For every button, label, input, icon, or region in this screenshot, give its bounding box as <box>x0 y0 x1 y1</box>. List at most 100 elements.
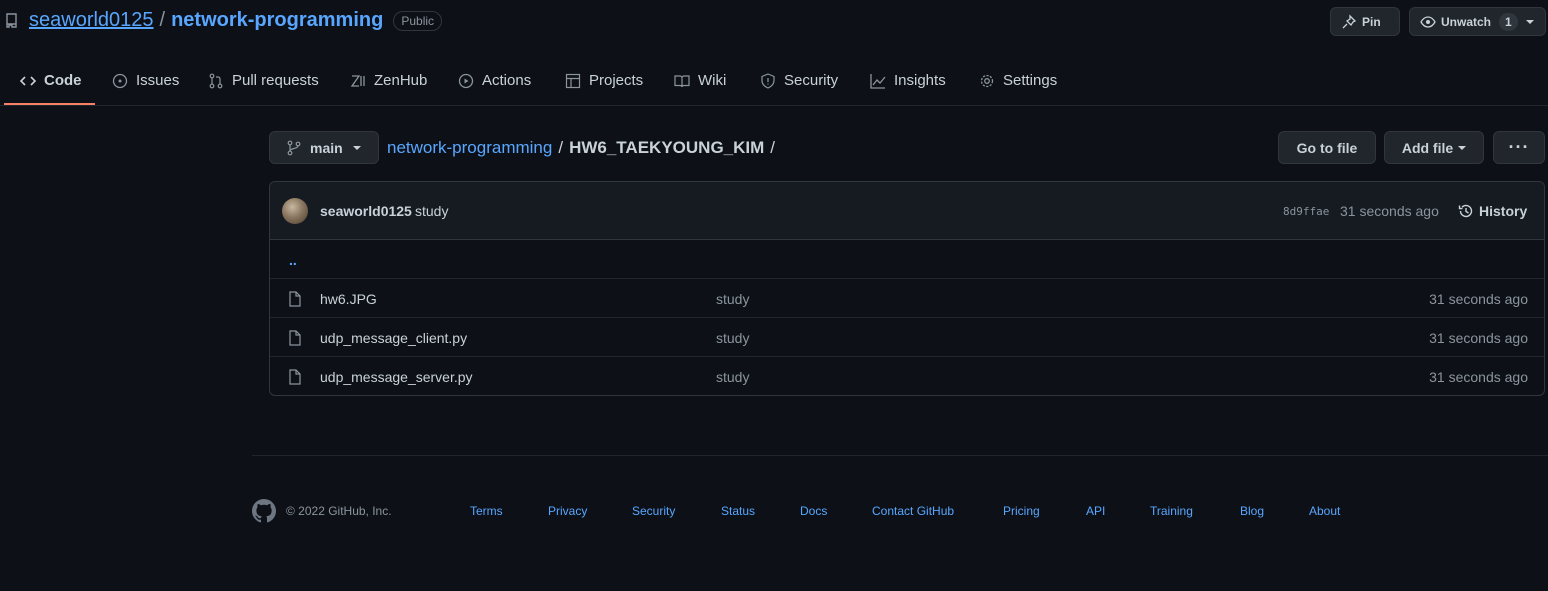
file-commit-message[interactable]: study <box>716 291 749 307</box>
file-commit-time: 31 seconds ago <box>1429 330 1528 346</box>
tab-zenhub[interactable]: ZenHub <box>350 56 427 105</box>
tab-pull-requests[interactable]: Pull requests <box>208 56 319 105</box>
tab-actions-label: Actions <box>482 72 532 89</box>
file-commit-time: 31 seconds ago <box>1429 369 1528 385</box>
repo-header: seaworld0125 / network-programming Publi… <box>0 0 1548 44</box>
tab-security[interactable]: Security <box>760 56 838 105</box>
pin-icon <box>1341 13 1357 30</box>
chevron-down-icon <box>1458 145 1467 150</box>
chevron-down-icon <box>352 145 361 150</box>
commit-message-link[interactable]: study <box>415 203 448 219</box>
footer-link-about[interactable]: About <box>1309 504 1340 518</box>
play-icon <box>458 73 474 89</box>
footer-link-pricing[interactable]: Pricing <box>1003 504 1040 518</box>
file-row[interactable]: hw6.JPG study 31 seconds ago <box>270 279 1544 318</box>
footer-link-blog[interactable]: Blog <box>1240 504 1264 518</box>
tab-code[interactable]: Code <box>20 56 82 105</box>
breadcrumb-trailing-separator: / <box>770 138 776 157</box>
breadcrumb: network-programming / HW6_TAEKYOUNG_KIM … <box>387 138 781 158</box>
tab-issues-label: Issues <box>136 72 180 89</box>
tab-wiki[interactable]: Wiki <box>674 56 726 105</box>
tab-code-label: Code <box>44 72 82 89</box>
branch-select-button[interactable]: main <box>269 131 379 164</box>
file-icon <box>287 369 303 385</box>
graph-icon <box>870 73 886 89</box>
footer-divider <box>252 455 1548 456</box>
footer-link-docs[interactable]: Docs <box>800 504 827 518</box>
branch-name: main <box>310 139 343 156</box>
file-row[interactable]: udp_message_client.py study 31 seconds a… <box>270 318 1544 357</box>
footer-link-api[interactable]: API <box>1086 504 1105 518</box>
repo-icon <box>5 13 19 29</box>
parent-directory-link[interactable]: .. <box>289 252 297 268</box>
footer-link-terms[interactable]: Terms <box>470 504 503 518</box>
tab-zenhub-label: ZenHub <box>374 72 428 89</box>
more-options-button[interactable]: ··· <box>1493 131 1545 164</box>
table-icon <box>565 73 581 89</box>
tab-actions[interactable]: Actions <box>458 56 531 105</box>
footer-link-security[interactable]: Security <box>632 504 675 518</box>
latest-commit-bar: seaworld0125 study 8d9ffae 31 seconds ag… <box>270 182 1544 240</box>
footer-link-privacy[interactable]: Privacy <box>548 504 587 518</box>
file-browser: seaworld0125 study 8d9ffae 31 seconds ag… <box>269 181 1545 396</box>
breadcrumb-separator: / <box>558 138 564 157</box>
zenhub-icon <box>350 73 366 89</box>
parent-directory-row[interactable]: .. <box>270 240 1544 279</box>
unwatch-button[interactable]: Unwatch 1 <box>1409 7 1546 36</box>
breadcrumb-current: HW6_TAEKYOUNG_KIM <box>569 138 765 157</box>
branch-icon <box>286 140 302 156</box>
tab-projects-label: Projects <box>589 72 644 89</box>
history-icon <box>1458 203 1474 219</box>
pin-label: Pin <box>1362 14 1381 29</box>
watch-count: 1 <box>1499 12 1518 31</box>
history-link[interactable]: History <box>1458 203 1527 219</box>
eye-icon <box>1420 14 1436 30</box>
code-icon <box>20 73 36 89</box>
tab-insights[interactable]: Insights <box>870 56 946 105</box>
shield-icon <box>760 72 776 89</box>
avatar[interactable] <box>282 198 308 224</box>
commit-time: 31 seconds ago <box>1340 203 1439 219</box>
file-commit-message[interactable]: study <box>716 330 749 346</box>
breadcrumb-root-link[interactable]: network-programming <box>387 138 552 158</box>
footer-link-training[interactable]: Training <box>1150 504 1193 518</box>
pull-request-icon <box>208 73 224 89</box>
issue-icon <box>112 73 128 89</box>
chevron-down-icon <box>1525 19 1534 24</box>
unwatch-label: Unwatch <box>1441 14 1492 29</box>
book-icon <box>674 73 690 89</box>
tab-projects[interactable]: Projects <box>565 56 643 105</box>
file-commit-message[interactable]: study <box>716 369 749 385</box>
file-icon <box>287 291 303 307</box>
tab-wiki-label: Wiki <box>698 72 727 89</box>
add-file-button[interactable]: Add file <box>1384 131 1484 164</box>
repo-name-link[interactable]: network-programming <box>171 9 383 32</box>
history-label: History <box>1479 203 1528 219</box>
add-file-label: Add file <box>1401 139 1454 156</box>
tab-issues[interactable]: Issues <box>112 56 179 105</box>
tab-insights-label: Insights <box>894 72 946 89</box>
file-name-link[interactable]: udp_message_server.py <box>320 369 473 385</box>
file-name-link[interactable]: udp_message_client.py <box>320 330 467 346</box>
file-icon <box>287 330 303 346</box>
github-logo-icon[interactable] <box>252 499 276 523</box>
tab-settings-label: Settings <box>1003 72 1058 89</box>
commit-author-link[interactable]: seaworld0125 <box>320 203 412 219</box>
tab-security-label: Security <box>784 72 839 89</box>
commit-sha-link[interactable]: 8d9ffae <box>1283 205 1329 218</box>
file-name-link[interactable]: hw6.JPG <box>320 291 377 307</box>
repo-path-separator: / <box>159 9 166 31</box>
visibility-badge: Public <box>393 10 443 31</box>
footer-link-contact-github[interactable]: Contact GitHub <box>872 504 954 518</box>
gear-icon <box>979 73 995 89</box>
footer-copyright: © 2022 GitHub, Inc. <box>286 504 392 518</box>
file-commit-time: 31 seconds ago <box>1429 291 1528 307</box>
repo-owner-link[interactable]: seaworld0125 <box>29 9 154 32</box>
pin-button[interactable]: Pin <box>1330 7 1400 36</box>
go-to-file-button[interactable]: Go to file <box>1278 131 1376 164</box>
tab-pull-requests-label: Pull requests <box>232 72 319 89</box>
repo-path: seaworld0125 / network-programming Publi… <box>29 9 443 32</box>
file-row[interactable]: udp_message_server.py study 31 seconds a… <box>270 357 1544 395</box>
footer-link-status[interactable]: Status <box>721 504 755 518</box>
tab-settings[interactable]: Settings <box>979 56 1057 105</box>
